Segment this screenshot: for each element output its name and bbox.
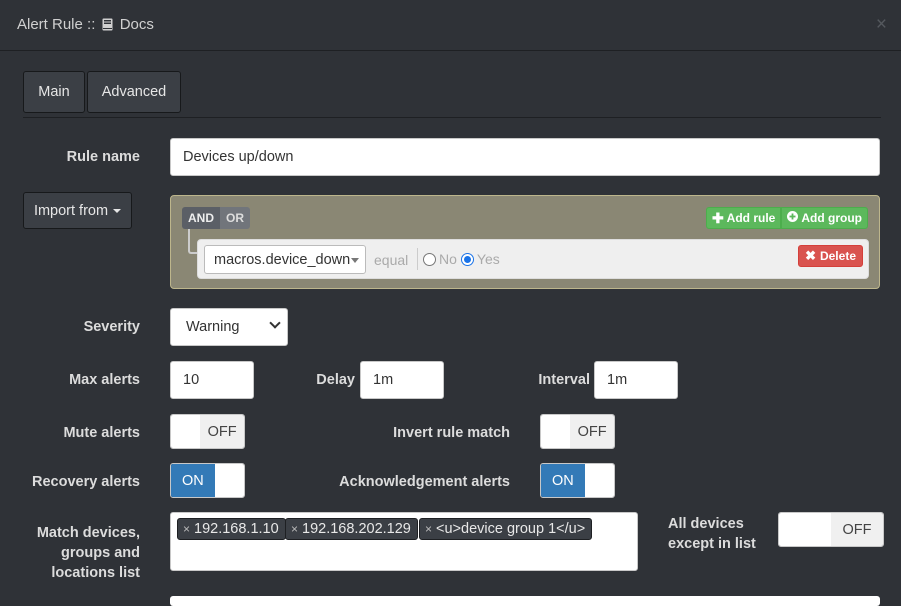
acknowledgement-alerts-toggle[interactable]: ON xyxy=(540,463,615,498)
match-devices-label: Match devices, groups and locations list xyxy=(20,523,140,583)
toggle-knob xyxy=(779,513,831,546)
recovery-alerts-label: Recovery alerts xyxy=(31,474,140,490)
rule-name-input[interactable]: Devices up/down xyxy=(170,138,880,176)
tab-bar: Main Advanced xyxy=(23,71,881,118)
plus-icon: ✚ xyxy=(711,209,724,226)
divider xyxy=(417,248,418,270)
toggle-knob xyxy=(171,415,201,448)
radio-yes-label: Yes xyxy=(476,251,500,267)
rule-field-value: macros.device_down xyxy=(214,251,351,268)
delay-input[interactable]: 1m xyxy=(360,361,444,399)
condition-toggle: AND OR xyxy=(182,207,250,229)
chevron-down-icon xyxy=(269,317,281,329)
tab-advanced[interactable]: Advanced xyxy=(87,71,181,113)
caret-down-icon xyxy=(351,258,359,263)
tag-label: 192.168.202.129 xyxy=(302,521,411,537)
mute-alerts-label: Mute alerts xyxy=(63,425,140,441)
tag-chip: × 192.168.1.10 xyxy=(177,518,286,540)
invert-rule-toggle[interactable]: OFF xyxy=(540,414,615,449)
toggle-knob xyxy=(541,415,571,448)
acknowledgement-alerts-state: ON xyxy=(541,464,585,497)
severity-value: Warning xyxy=(186,319,240,335)
rule-row: macros.device_down equal No Yes ✖ Delete xyxy=(197,239,869,279)
match-label-line-2: groups and xyxy=(61,545,140,561)
max-alerts-input[interactable]: 10 xyxy=(170,361,254,399)
invert-rule-state: OFF xyxy=(570,415,614,448)
match-devices-input[interactable]: × 192.168.1.10 × 192.168.202.129 × <u>de… xyxy=(170,512,638,571)
tag-label: 192.168.1.10 xyxy=(194,521,279,537)
modal-title: Alert Rule :: Docs xyxy=(17,16,154,35)
next-field-input[interactable] xyxy=(170,596,880,606)
import-from-button[interactable]: Import from xyxy=(23,192,132,229)
delete-rule-button[interactable]: ✖ Delete xyxy=(798,245,863,267)
recovery-alerts-toggle[interactable]: ON xyxy=(170,463,245,498)
add-group-button[interactable]: Add group xyxy=(781,207,868,229)
title-prefix: Alert Rule :: xyxy=(17,15,96,33)
tab-main[interactable]: Main xyxy=(23,71,85,113)
tag-chip: × 192.168.202.129 xyxy=(285,518,418,540)
match-label-line-3: locations list xyxy=(51,565,140,581)
or-button[interactable]: OR xyxy=(220,207,250,229)
modal-header: Alert Rule :: Docs × xyxy=(0,0,901,51)
query-builder: AND OR ✚ Add rule Add group macros.devic… xyxy=(170,195,880,289)
title-doc: Docs xyxy=(119,15,154,33)
match-label-line-1: Match devices, xyxy=(36,525,140,541)
add-rule-button[interactable]: ✚ Add rule xyxy=(705,207,782,229)
remove-tag-icon[interactable]: × xyxy=(425,522,432,536)
interval-input[interactable]: 1m xyxy=(594,361,678,399)
rule-value-radios: No Yes xyxy=(423,251,500,267)
interval-label: Interval xyxy=(538,372,590,388)
tag-chip: × <u>device group 1</u> xyxy=(419,518,593,540)
max-alerts-label: Max alerts xyxy=(69,372,140,388)
delay-label: Delay xyxy=(316,372,355,388)
add-rule-label: Add rule xyxy=(726,211,776,225)
all-devices-line-2: except in list xyxy=(668,536,756,552)
mute-alerts-state: OFF xyxy=(200,415,244,448)
all-devices-state: OFF xyxy=(831,513,883,546)
import-from-label: Import from xyxy=(33,202,109,219)
all-devices-label: All devices except in list xyxy=(668,514,768,554)
rule-name-label: Rule name xyxy=(66,149,140,165)
caret-down-icon xyxy=(113,208,122,213)
all-devices-line-1: All devices xyxy=(668,516,744,532)
delete-label: Delete xyxy=(819,249,856,263)
toggle-knob xyxy=(584,464,614,497)
toggle-knob xyxy=(214,464,244,497)
radio-no-label: No xyxy=(439,251,457,267)
radio-yes[interactable] xyxy=(460,252,474,266)
all-devices-toggle[interactable]: OFF xyxy=(778,512,884,547)
invert-rule-label: Invert rule match xyxy=(393,425,510,441)
acknowledgement-alerts-label: Acknowledgement alerts xyxy=(339,474,510,490)
close-icon[interactable]: × xyxy=(876,15,887,34)
radio-no[interactable] xyxy=(423,252,436,266)
plus-circle-icon xyxy=(787,211,799,225)
alert-rule-modal: Alert Rule :: Docs × Main Advanced Rule … xyxy=(0,0,901,606)
mute-alerts-toggle[interactable]: OFF xyxy=(170,414,245,449)
recovery-alerts-state: ON xyxy=(171,464,215,497)
builder-actions: ✚ Add rule Add group xyxy=(705,207,868,229)
tag-label: <u>device group 1</u> xyxy=(436,521,586,537)
rule-operator: equal xyxy=(374,252,409,268)
remove-tag-icon[interactable]: × xyxy=(183,522,190,536)
add-group-label: Add group xyxy=(801,211,862,225)
book-icon xyxy=(102,18,113,35)
severity-label: Severity xyxy=(83,319,140,335)
times-icon: ✖ xyxy=(805,248,816,263)
rule-field-select[interactable]: macros.device_down xyxy=(204,245,366,274)
and-button[interactable]: AND xyxy=(182,207,220,229)
severity-select[interactable]: Warning xyxy=(170,308,288,346)
remove-tag-icon[interactable]: × xyxy=(291,522,298,536)
